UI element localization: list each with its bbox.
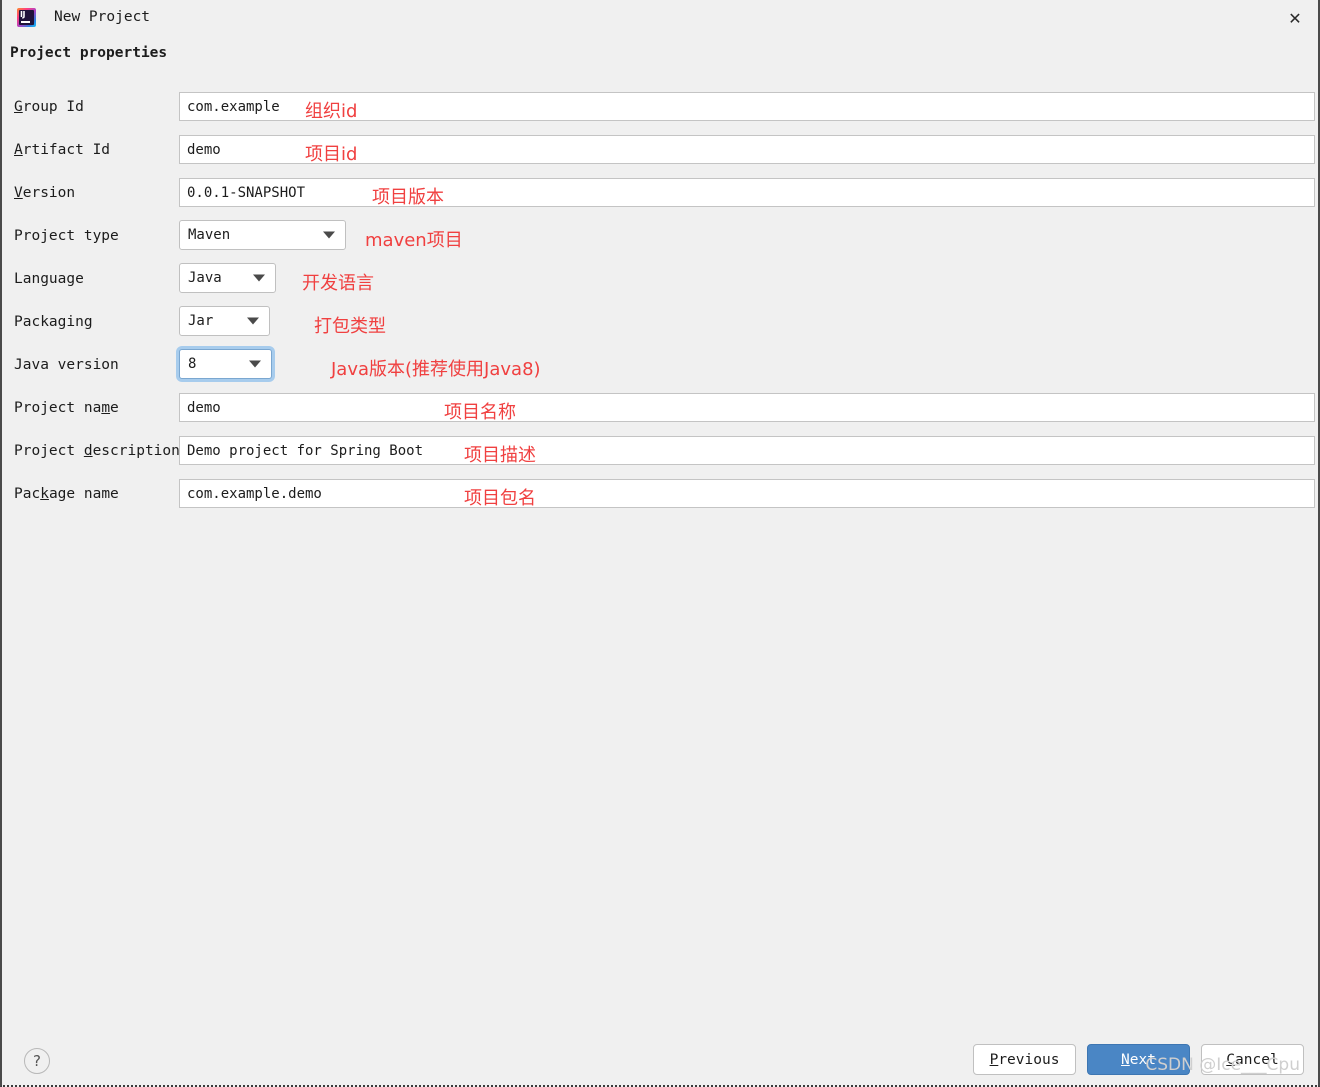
form-row: Package name com.example.demo 项目包名: [2, 475, 1318, 518]
page-title: Project properties: [10, 45, 168, 61]
text-input-value: com.example.demo: [187, 485, 322, 502]
form-row: Project name demo 项目名称: [2, 389, 1318, 432]
annotation-text: Java版本(推荐使用Java8): [331, 359, 541, 380]
dropdown-selected-value: Maven: [188, 227, 231, 243]
form-row: Version 0.0.1-SNAPSHOT 项目版本: [2, 174, 1318, 217]
cancel-button[interactable]: Cancel: [1201, 1044, 1304, 1075]
text-input-value: demo: [187, 141, 221, 158]
text-input[interactable]: com.example: [179, 92, 1315, 121]
dropdown-select[interactable]: Maven: [179, 220, 346, 250]
dropdown-select[interactable]: Jar: [179, 306, 270, 336]
previous-button[interactable]: Previous: [973, 1044, 1076, 1075]
text-input-value: com.example: [187, 98, 280, 115]
chevron-down-icon: [323, 231, 335, 239]
text-input-value: demo: [187, 399, 221, 416]
close-icon[interactable]: ✕: [1272, 0, 1318, 36]
form-row-label: Artifact Id: [14, 142, 111, 158]
text-input[interactable]: demo: [179, 135, 1315, 164]
form-row: Packaging Jar 打包类型: [2, 303, 1318, 346]
form-row: Project type Maven maven项目: [2, 217, 1318, 260]
window-title: New Project: [54, 9, 151, 25]
form-row-label: Language: [14, 271, 84, 287]
dialog-button-bar: Previous Next Cancel: [973, 1044, 1304, 1075]
form-row: Project description Demo project for Spri…: [2, 432, 1318, 475]
form-row-label: Version: [14, 185, 76, 201]
dropdown-selected-value: Jar: [188, 313, 214, 329]
chevron-down-icon: [247, 317, 259, 325]
project-properties-form: Group Id com.example 组织id Artifact Id demo 项目…: [2, 88, 1318, 518]
text-input[interactable]: 0.0.1-SNAPSHOT: [179, 178, 1315, 207]
new-project-dialog: IJ New Project ✕ Project properties Grou…: [0, 0, 1320, 1087]
form-row-label: Packaging: [14, 314, 93, 330]
annotation-text: 打包类型: [314, 316, 386, 337]
chevron-down-icon: [253, 274, 265, 282]
next-button[interactable]: Next: [1087, 1044, 1190, 1075]
dropdown-select[interactable]: 8: [179, 349, 272, 379]
form-row-label: Project name: [14, 400, 119, 416]
form-row-label: Package name: [14, 486, 119, 502]
title-bar: IJ New Project ✕: [2, 0, 1318, 36]
text-input[interactable]: demo: [179, 393, 1315, 422]
text-input-value: 0.0.1-SNAPSHOT: [187, 184, 306, 201]
intellij-idea-icon: IJ: [17, 8, 36, 27]
form-row-label: Project description: [14, 443, 180, 459]
dropdown-selected-value: Java: [188, 270, 222, 286]
form-row: Java version 8 Java版本(推荐使用Java8): [2, 346, 1318, 389]
annotation-text: maven项目: [365, 230, 463, 251]
form-row: Language Java 开发语言: [2, 260, 1318, 303]
dropdown-selected-value: 8: [188, 356, 197, 372]
form-row-label: Group Id: [14, 99, 84, 115]
help-button[interactable]: ?: [24, 1048, 50, 1074]
text-input-value: Demo project for Spring Boot: [187, 442, 424, 459]
form-row: Group Id com.example 组织id: [2, 88, 1318, 131]
dropdown-select[interactable]: Java: [179, 263, 276, 293]
chevron-down-icon: [249, 360, 261, 368]
text-input[interactable]: Demo project for Spring Boot: [179, 436, 1315, 465]
form-row-label: Project type: [14, 228, 119, 244]
form-row: Artifact Id demo 项目id: [2, 131, 1318, 174]
form-row-label: Java version: [14, 357, 119, 373]
annotation-text: 开发语言: [302, 273, 374, 294]
text-input[interactable]: com.example.demo: [179, 479, 1315, 508]
